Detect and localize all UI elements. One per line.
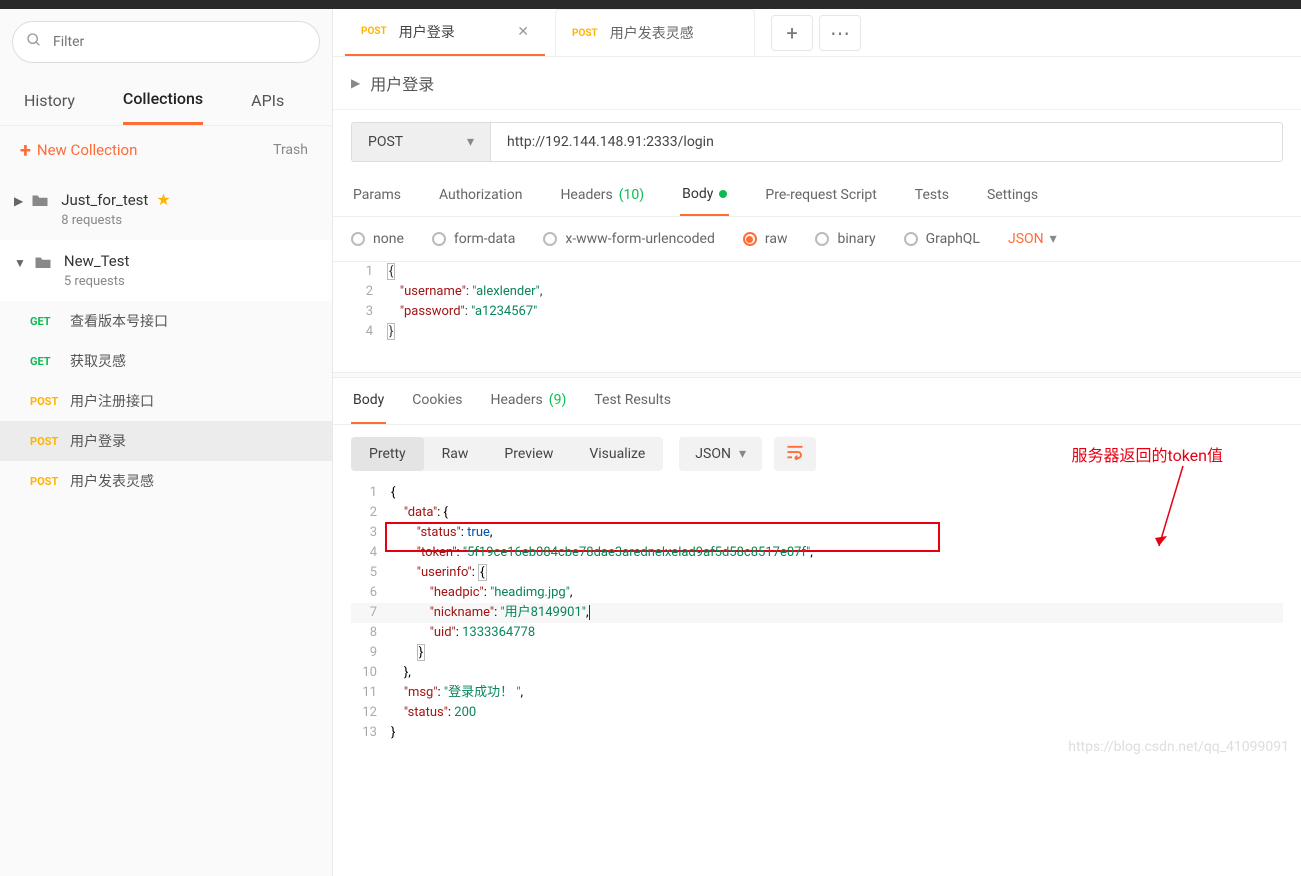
response-tab-testresults[interactable]: Test Results (592, 378, 673, 424)
body-type-xwww[interactable]: x-www-form-urlencoded (543, 231, 715, 247)
new-collection-label: New Collection (37, 141, 137, 159)
raw-type-select[interactable]: JSON▾ (1008, 231, 1057, 247)
tab-collections[interactable]: Collections (123, 75, 203, 125)
body-password: "a1234567" (471, 304, 537, 319)
add-tab-button[interactable]: + (771, 15, 813, 51)
method-badge: POST (30, 395, 70, 408)
caret-right-icon: ▶ (14, 194, 23, 208)
collection-name: Just_for_test (61, 191, 148, 209)
collection-item[interactable]: ▼ New_Test 5 requests (0, 240, 332, 301)
plus-icon: + (20, 138, 31, 162)
view-pretty[interactable]: Pretty (351, 437, 424, 471)
view-visualize[interactable]: Visualize (571, 437, 663, 471)
tab-body[interactable]: Body (680, 174, 729, 216)
modified-dot-icon (719, 190, 727, 198)
folder-icon (34, 254, 52, 274)
folder-icon (31, 192, 49, 212)
trash-link[interactable]: Trash (273, 142, 308, 158)
tab-settings[interactable]: Settings (985, 174, 1040, 216)
request-item[interactable]: POST用户注册接口 (0, 381, 332, 421)
tab-bar: POST 用户登录 ✕ POST 用户发表灵感 + ⋯ (333, 9, 1301, 57)
resp-nickname: "用户8149901" (500, 605, 586, 620)
method-badge: POST (30, 475, 70, 488)
breadcrumb[interactable]: ▶ 用户登录 (333, 57, 1301, 110)
chevron-down-icon: ▾ (1050, 231, 1057, 247)
tab-more-button[interactable]: ⋯ (819, 15, 861, 51)
filter-input[interactable] (12, 21, 320, 63)
tab-params[interactable]: Params (351, 174, 403, 216)
collection-name: New_Test (64, 252, 130, 270)
view-preview[interactable]: Preview (486, 437, 571, 471)
request-name: 用户登录 (70, 431, 126, 451)
watermark: https://blog.csdn.net/qq_41099091 (1068, 737, 1289, 757)
collection-subtitle: 8 requests (61, 213, 318, 228)
request-list: GET查看版本号接口 GET获取灵感 POST用户注册接口 POST用户登录 P… (0, 301, 332, 501)
request-item[interactable]: POST用户发表灵感 (0, 461, 332, 501)
tab-tests[interactable]: Tests (913, 174, 951, 216)
tab-prerequest[interactable]: Pre-request Script (763, 174, 878, 216)
request-tab[interactable]: POST 用户登录 ✕ (345, 9, 545, 56)
star-icon: ★ (156, 190, 170, 209)
tab-headers[interactable]: Headers(10) (558, 174, 646, 216)
request-item[interactable]: GET查看版本号接口 (0, 301, 332, 341)
collection-subtitle: 5 requests (64, 274, 318, 289)
chevron-down-icon: ▾ (467, 134, 474, 150)
close-icon[interactable]: ✕ (517, 24, 529, 40)
tab-history[interactable]: History (24, 77, 75, 124)
response-body-editor[interactable]: 1{ 2 "data": { 3 "status": true, 4 "toke… (333, 483, 1301, 763)
method-select[interactable]: POST ▾ (351, 122, 491, 162)
body-type-none[interactable]: none (351, 231, 404, 247)
request-body-editor[interactable]: 1{ 2 "username": "alexlender", 3 "passwo… (333, 262, 1301, 372)
resp-token: "5f19ce16eb084cbe78dae3arednelxelad9af5d… (463, 545, 810, 560)
method-value: POST (368, 134, 403, 150)
request-name: 用户发表灵感 (70, 471, 154, 491)
tab-apis[interactable]: APIs (251, 77, 284, 124)
view-raw[interactable]: Raw (424, 437, 487, 471)
request-item[interactable]: POST用户登录 (0, 421, 332, 461)
resp-data-status: true (467, 525, 490, 540)
request-name: 用户注册接口 (70, 391, 154, 411)
response-tab-body[interactable]: Body (351, 378, 386, 424)
method-badge: POST (30, 435, 70, 448)
annotation-label: 服务器返回的token值 (1072, 442, 1223, 466)
search-icon (26, 32, 42, 52)
body-type-graphql[interactable]: GraphQL (904, 231, 980, 247)
body-type-formdata[interactable]: form-data (432, 231, 515, 247)
main-panel: POST 用户登录 ✕ POST 用户发表灵感 + ⋯ ▶ 用户登录 POST … (333, 9, 1301, 876)
tab-title: 用户登录 (399, 22, 455, 42)
tab-title: 用户发表灵感 (610, 23, 694, 43)
caret-down-icon: ▼ (14, 256, 26, 270)
new-collection-button[interactable]: + New Collection (20, 138, 137, 162)
body-username: "alexlender" (472, 284, 540, 299)
request-name: 查看版本号接口 (70, 311, 168, 331)
response-tab-cookies[interactable]: Cookies (410, 378, 464, 424)
collection-item[interactable]: ▶ Just_for_test ★ 8 requests (0, 178, 332, 240)
chevron-down-icon: ▾ (739, 446, 746, 462)
resp-headpic: "headimg.jpg" (490, 585, 570, 600)
url-input[interactable] (491, 122, 1283, 162)
triangle-right-icon: ▶ (351, 76, 360, 90)
view-mode-group: Pretty Raw Preview Visualize (351, 437, 663, 471)
resp-msg: "登录成功！ " (444, 685, 521, 700)
method-badge: GET (30, 355, 70, 368)
response-tab-headers[interactable]: Headers(9) (488, 378, 568, 424)
request-item[interactable]: GET获取灵感 (0, 341, 332, 381)
resp-status: 200 (454, 705, 476, 720)
method-badge: POST (572, 28, 598, 39)
body-type-binary[interactable]: binary (815, 231, 875, 247)
top-bar (0, 0, 1301, 9)
request-name: 获取灵感 (70, 351, 126, 371)
request-tab[interactable]: POST 用户发表灵感 (555, 9, 755, 56)
sidebar: History Collections APIs + New Collectio… (0, 9, 333, 876)
method-badge: GET (30, 315, 70, 328)
body-type-raw[interactable]: raw (743, 231, 788, 247)
tab-authorization[interactable]: Authorization (437, 174, 524, 216)
wrap-lines-button[interactable] (774, 437, 816, 471)
response-format-select[interactable]: JSON▾ (679, 437, 762, 471)
method-badge: POST (361, 26, 387, 37)
breadcrumb-title: 用户登录 (370, 71, 434, 95)
resp-uid: 1333364778 (462, 625, 535, 640)
